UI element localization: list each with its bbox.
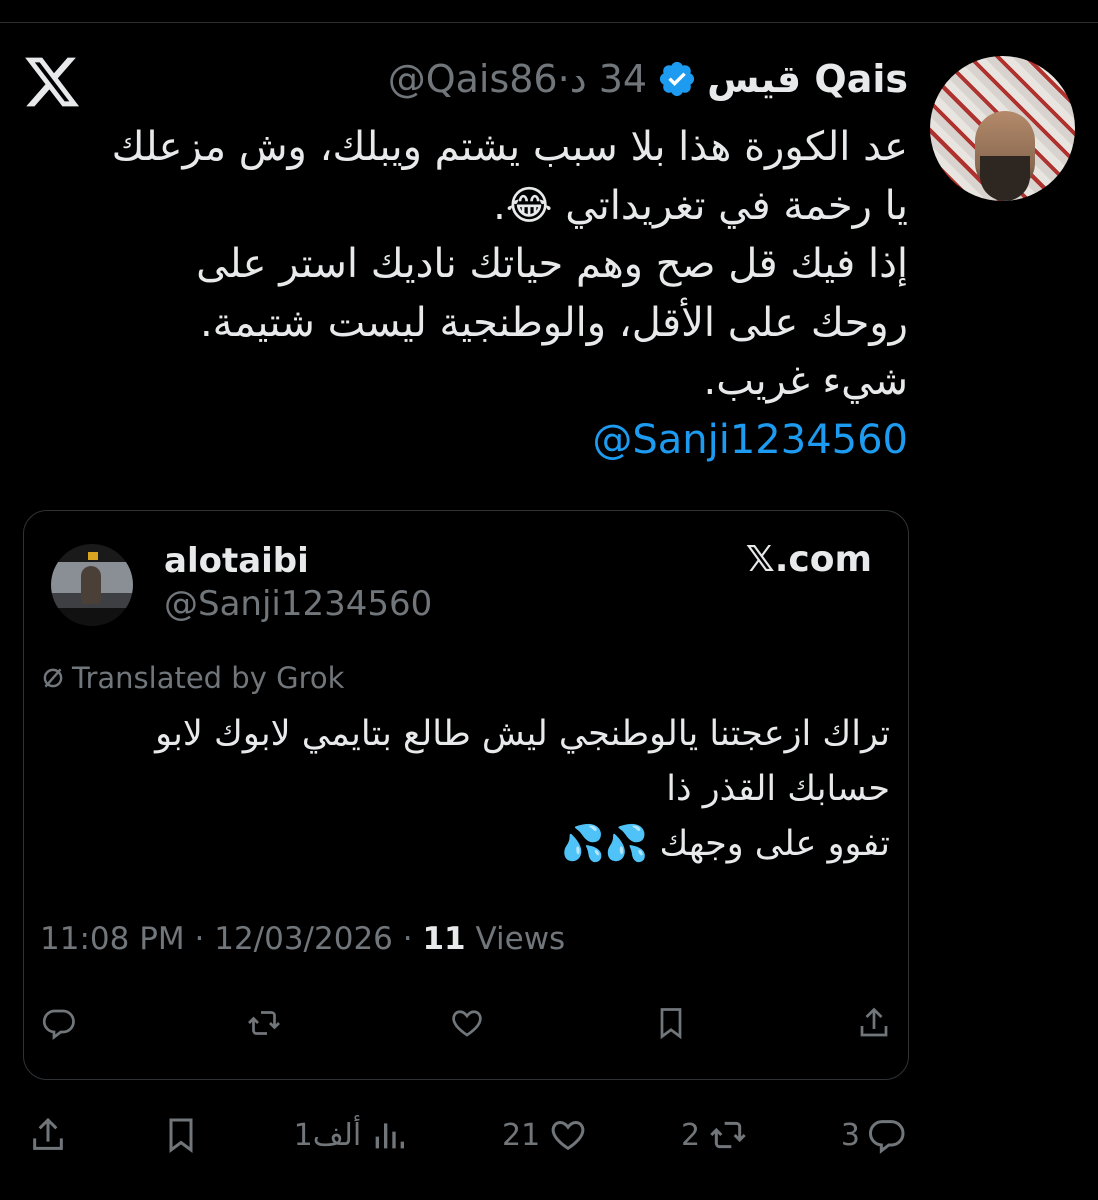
tweet-action-bar: 1ألف 21 2 3 bbox=[28, 1110, 908, 1160]
display-name[interactable]: قيس Qais bbox=[707, 57, 908, 101]
share-icon bbox=[33, 1117, 63, 1150]
tweet-line-2: إذا فيك قل صح وهم حياتك ناديك استر على ر… bbox=[196, 241, 908, 346]
quoted-handle[interactable]: @Sanji1234560 bbox=[164, 584, 432, 624]
repost-button[interactable]: 2 bbox=[681, 1115, 748, 1155]
reposts-count: 2 bbox=[681, 1117, 701, 1153]
quoted-line-1: تراك ازعجتنا يالوطنجي ليش طالع بتايمي لا… bbox=[155, 714, 890, 809]
quoted-share-button[interactable] bbox=[854, 1003, 894, 1043]
verified-badge-icon bbox=[659, 61, 695, 97]
reply-button[interactable]: 3 bbox=[841, 1115, 908, 1155]
translated-label: Translated by Grok bbox=[72, 661, 345, 695]
quoted-tweet-card[interactable]: alotaibi @Sanji1234560 𝕏.com Translated … bbox=[23, 510, 909, 1080]
crown-icon bbox=[88, 552, 98, 560]
reply-icon bbox=[868, 1120, 905, 1154]
bookmark-button[interactable] bbox=[161, 1115, 201, 1155]
tweet-line-1: عد الكورة هذا بلا سبب يشتم ويبلك، وش مزع… bbox=[111, 124, 908, 229]
views-count: 1ألف bbox=[293, 1117, 362, 1153]
repost-icon bbox=[710, 1121, 746, 1149]
top-divider bbox=[0, 22, 1098, 23]
x-logo-icon[interactable] bbox=[22, 52, 82, 112]
tweet-header: قيس Qais @Qais86·34 د bbox=[388, 54, 908, 104]
quoted-avatar[interactable] bbox=[51, 544, 133, 626]
quoted-meta: 11:08 PM · 12/03/2026 · 11 Views bbox=[40, 921, 565, 957]
quoted-views-label: Views bbox=[475, 921, 566, 957]
like-icon bbox=[452, 1010, 482, 1037]
quoted-action-bar bbox=[40, 1001, 894, 1045]
tweet-line-3: شيء غريب. bbox=[703, 358, 909, 404]
replies-count: 3 bbox=[840, 1117, 860, 1153]
quoted-body: تراك ازعجتنا يالوطنجي ليش طالع بتايمي لا… bbox=[50, 707, 890, 872]
quoted-line-2: تفوو على وجهك 💦💦 bbox=[561, 824, 890, 864]
quoted-source: 𝕏.com bbox=[745, 539, 872, 580]
avatar-figure bbox=[81, 566, 101, 604]
time-ago[interactable]: 34 د bbox=[570, 57, 647, 101]
reply-icon bbox=[42, 1009, 75, 1041]
quoted-views-count: 11 bbox=[422, 921, 466, 957]
avatar[interactable] bbox=[930, 56, 1075, 201]
tweet-body: عد الكورة هذا بلا سبب يشتم ويبلك، وش مزع… bbox=[108, 118, 908, 469]
views-button[interactable]: 1ألف bbox=[294, 1115, 410, 1155]
avatar-beard bbox=[980, 156, 1030, 201]
like-button[interactable]: 21 bbox=[502, 1115, 588, 1155]
share-icon bbox=[860, 1007, 888, 1037]
quoted-time[interactable]: 11:08 PM bbox=[40, 921, 185, 957]
mention-link[interactable]: @Sanji1234560 bbox=[592, 417, 908, 463]
quoted-reply-button[interactable] bbox=[40, 1003, 80, 1043]
quoted-like-button[interactable] bbox=[447, 1003, 487, 1043]
meta-separator: · bbox=[557, 57, 570, 101]
repost-icon bbox=[247, 1011, 280, 1035]
quoted-display-name[interactable]: alotaibi bbox=[164, 541, 309, 581]
meta-dot: · bbox=[402, 921, 423, 957]
quoted-date[interactable]: 12/03/2026 bbox=[214, 921, 393, 957]
views-icon bbox=[375, 1123, 405, 1149]
likes-count: 21 bbox=[502, 1117, 541, 1153]
translate-slash-icon bbox=[43, 668, 63, 688]
bookmark-icon bbox=[169, 1118, 193, 1153]
meta-dot: · bbox=[194, 921, 215, 957]
handle[interactable]: @Qais86 bbox=[388, 57, 558, 101]
quoted-bookmark-button[interactable] bbox=[651, 1003, 691, 1043]
like-icon bbox=[551, 1120, 585, 1151]
bookmark-icon bbox=[660, 1008, 681, 1040]
translated-by-grok[interactable]: Translated by Grok bbox=[40, 661, 344, 695]
share-button[interactable] bbox=[28, 1115, 68, 1155]
tweet-meta: @Qais86·34 د bbox=[388, 57, 647, 101]
quoted-repost-button[interactable] bbox=[244, 1003, 284, 1043]
